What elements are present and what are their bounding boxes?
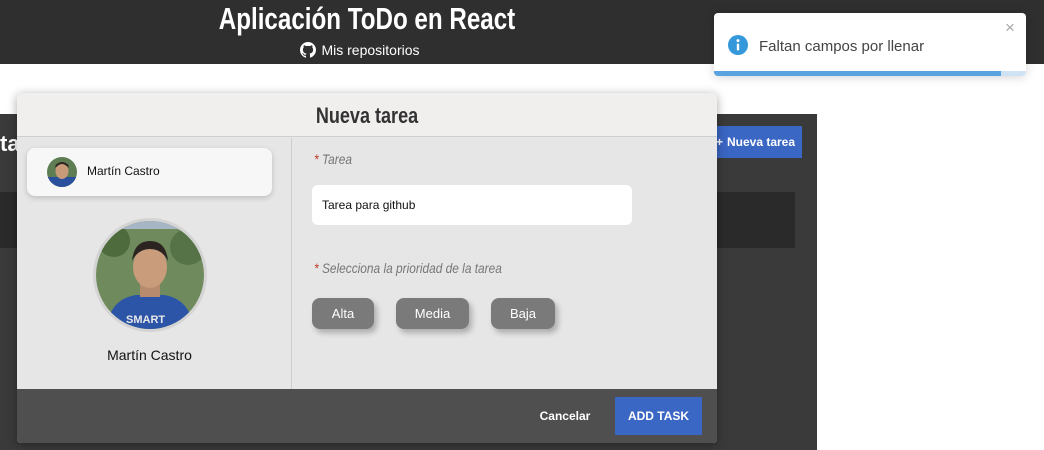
repositories-link[interactable]: Mis repositorios <box>0 41 720 59</box>
repositories-link-label: Mis repositorios <box>321 42 420 58</box>
avatar-large: SMART <box>93 218 207 332</box>
priority-baja-button[interactable]: Baja <box>491 298 555 329</box>
plus-icon: + <box>715 135 723 149</box>
priority-media-button[interactable]: Media <box>396 298 469 329</box>
user-chip-name: Martín Castro <box>87 164 160 178</box>
toast-progress-track <box>714 71 1026 76</box>
add-task-button[interactable]: ADD TASK <box>615 397 702 435</box>
task-field-label: * Tarea <box>314 151 352 167</box>
priority-field-label: * Selecciona la prioridad de la tarea <box>314 260 502 276</box>
modal-header: Nueva tarea <box>17 93 717 137</box>
toast-progress-bar <box>714 71 1002 76</box>
user-name: Martín Castro <box>107 347 192 363</box>
avatar-small <box>47 157 77 187</box>
svg-text:SMART: SMART <box>126 314 165 326</box>
required-mark: * <box>314 260 319 276</box>
cancel-button[interactable]: Cancelar <box>535 402 595 430</box>
new-task-modal: Nueva tarea Martín Castro SMART Martín C… <box>17 93 717 443</box>
user-panel: Martín Castro SMART Martín Castro <box>17 138 292 390</box>
priority-alta-button[interactable]: Alta <box>312 298 374 329</box>
app-title: Aplicación ToDo en React <box>218 1 516 36</box>
close-icon[interactable]: × <box>1003 19 1017 36</box>
modal-footer: Cancelar ADD TASK <box>17 389 717 443</box>
github-icon <box>300 42 317 58</box>
toast-message: Faltan campos por llenar <box>759 38 925 55</box>
priority-field-label-text: Selecciona la prioridad de la tarea <box>321 260 502 276</box>
user-chip[interactable]: Martín Castro <box>27 148 272 196</box>
task-field-label-text: Tarea <box>321 151 352 167</box>
background-new-task-label: Nueva tarea <box>726 135 796 149</box>
info-circle-icon <box>728 35 748 55</box>
avatar-small-icon <box>47 157 77 187</box>
avatar-large-icon: SMART <box>96 221 204 329</box>
info-toast: Faltan campos por llenar × <box>714 13 1026 76</box>
modal-title: Nueva tarea <box>315 103 419 128</box>
required-mark: * <box>314 151 319 167</box>
background-new-task-button[interactable]: + Nueva tarea <box>709 126 802 158</box>
task-input[interactable] <box>312 185 632 225</box>
